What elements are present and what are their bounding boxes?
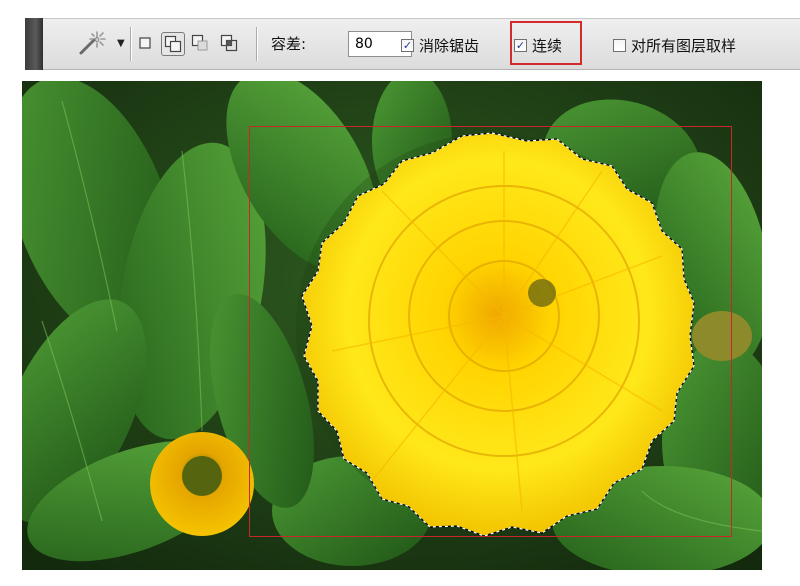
intersect-selection-button[interactable]	[220, 34, 238, 52]
subtract-from-selection-button[interactable]	[191, 34, 209, 52]
flower-highlight-annotation	[249, 126, 732, 537]
subtract-from-selection-icon	[191, 34, 208, 51]
add-to-selection-icon	[164, 35, 182, 53]
tool-preset-picker[interactable]: ▼	[77, 29, 135, 57]
contiguous-highlight-annotation	[510, 21, 582, 65]
sample-all-layers-checkbox[interactable]: 对所有图层取样	[613, 35, 736, 56]
new-selection-icon	[139, 37, 151, 49]
chevron-down-icon: ▼	[117, 37, 125, 49]
checkbox-empty-icon	[613, 39, 626, 52]
toolbar-grip[interactable]	[25, 18, 43, 70]
anti-alias-checkbox[interactable]: ✓ 消除锯齿	[401, 35, 479, 56]
checkbox-checked-icon: ✓	[401, 39, 414, 52]
new-selection-button[interactable]	[136, 34, 154, 52]
toolbar-divider	[130, 27, 131, 61]
sample-all-layers-label: 对所有图层取样	[631, 37, 737, 55]
intersect-selection-icon	[220, 34, 238, 52]
magic-wand-icon	[77, 30, 107, 56]
tolerance-label: 容差:	[271, 35, 307, 53]
toolbar-divider	[256, 27, 257, 61]
anti-alias-label: 消除锯齿	[419, 37, 480, 55]
add-to-selection-button[interactable]	[161, 32, 185, 56]
options-bar: ▼ 容差: 80 ✓ 消除锯齿 ✓ 连续 对所有图层取样	[25, 18, 800, 70]
